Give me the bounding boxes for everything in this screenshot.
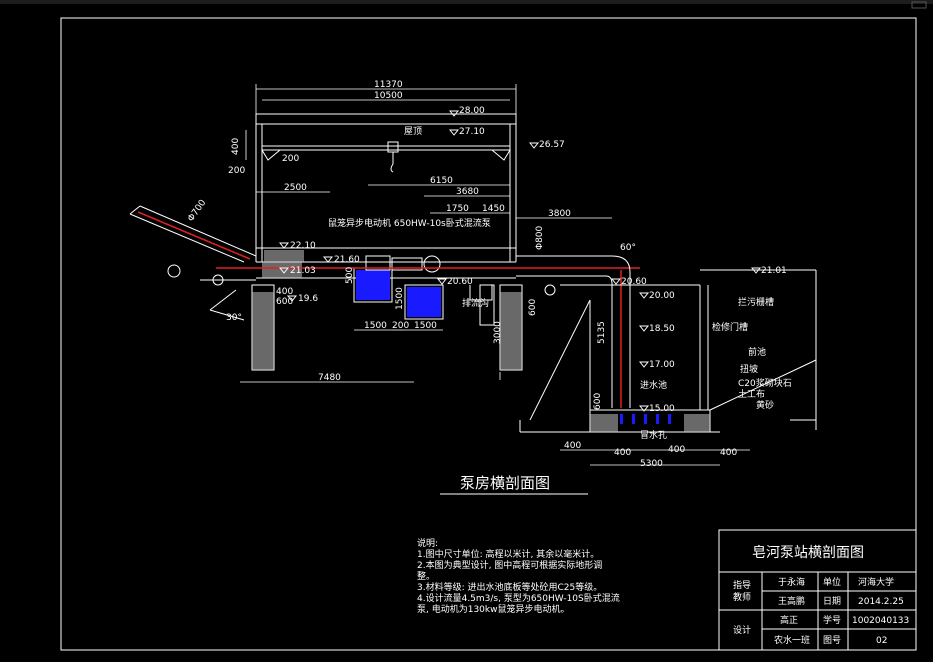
date-value: 2014.2.25 <box>858 597 904 607</box>
unit-label: 单位 <box>823 576 841 588</box>
dim-3680: 3680 <box>456 187 479 197</box>
elev-27.10: 27.10 <box>459 127 485 137</box>
dim-400f: 400 <box>720 448 737 458</box>
motor-pump-unit <box>365 255 441 273</box>
dim-400c: 400 <box>564 441 581 451</box>
elev-17.00: 17.00 <box>649 360 675 370</box>
notes-line-3: 整。 <box>417 570 435 582</box>
drawing-no: 02 <box>876 636 887 646</box>
label-gate-slot: 检修门槽 <box>712 321 748 333</box>
label-trash-rack: 拦污栅槽 <box>738 296 774 308</box>
dim-600: 600 <box>276 297 293 307</box>
elev-21.60: 21.60 <box>334 255 360 265</box>
label-slope: 扭坡 <box>740 363 758 375</box>
dim-phi800: Φ800 <box>535 225 545 250</box>
dim-200b: 200 <box>282 154 299 164</box>
dim-200c: 200 <box>392 321 409 331</box>
elev-20.00: 20.00 <box>649 291 675 301</box>
dim-400: 400 <box>231 138 241 155</box>
inlet-floor-hatch <box>590 414 710 432</box>
dim-7480: 7480 <box>318 373 341 383</box>
elev-18.50: 18.50 <box>649 324 675 334</box>
dim-200a: 200 <box>228 166 245 176</box>
student-no-label: 学号 <box>823 614 841 626</box>
dim-1500a: 1500 <box>364 321 387 331</box>
student-no: 1002040133 <box>852 616 909 626</box>
elev-26.57: 26.57 <box>539 140 565 150</box>
class-name: 农水一班 <box>774 634 810 646</box>
dim-3800: 3800 <box>548 209 571 219</box>
dim-1500b: 1500 <box>414 321 437 331</box>
label-geotextile: 土工布 <box>738 388 765 400</box>
top-strip <box>0 0 933 4</box>
dim-600b: 600 <box>528 299 538 316</box>
advisor-label-line1: 指导 <box>733 579 751 591</box>
elev-22.10: 22.10 <box>290 241 316 251</box>
elev-19.6: 19.6 <box>298 294 318 304</box>
drawing-title: 泵房横剖面图 <box>460 474 550 492</box>
advisor-name: 于永海 <box>778 576 805 588</box>
drawing-no-label: 图号 <box>823 635 841 646</box>
elev-21.01: 21.01 <box>761 266 787 276</box>
notes-heading: 说明: <box>417 537 438 549</box>
label-drain-ditch: 排流沟 <box>462 297 489 309</box>
dim-5300: 5300 <box>640 459 663 469</box>
label-roof: 屋顶 <box>404 126 422 137</box>
notes-line-1: 1.图中尺寸单位: 高程以米计, 其余以毫米计。 <box>417 548 599 560</box>
elevation-texts: 28.00 27.10 26.57 22.10 21.60 21.03 19.6… <box>290 106 787 414</box>
label-forebay: 前池 <box>748 346 766 358</box>
dim-1450: 1450 <box>482 204 505 214</box>
dim-phi700: Φ700 <box>186 198 208 224</box>
pump-base-right <box>407 287 441 317</box>
date-label: 日期 <box>823 596 841 607</box>
elev-28.00: 28.00 <box>459 106 485 116</box>
dim-10500: 10500 <box>374 91 403 101</box>
dim-400b: 400 <box>276 287 293 297</box>
dim-5135: 5135 <box>597 321 607 344</box>
dim-400e: 400 <box>668 445 685 455</box>
cad-drawing: 11370 10500 400 200 200 2500 6150 3680 1… <box>0 0 933 651</box>
title-block-title: 皂河泵站横剖面图 <box>752 545 864 561</box>
notes-line-5: 4.设计流量4.5m3/s, 泵型为650HW-10S卧式混流 <box>417 592 620 604</box>
elev-20.60-right: 20.60 <box>621 277 647 287</box>
pump-base-left <box>356 270 390 300</box>
angle-30: 30° <box>226 313 242 323</box>
label-sand: 黄砂 <box>756 399 774 411</box>
dim-600c: 600 <box>593 393 603 410</box>
elev-21.03: 21.03 <box>290 266 316 276</box>
label-concrete: C20浆砌块石 <box>738 377 792 389</box>
dim-400d: 400 <box>614 448 631 458</box>
notes-line-4: 3.材料等级: 进出水池底板等处砼用C25等级。 <box>417 581 602 593</box>
label-inlet-pool: 进水池 <box>640 379 667 391</box>
dim-500: 500 <box>345 267 355 284</box>
drain-holes <box>620 414 671 424</box>
notes-line-6: 泵, 电动机为130kw鼠笼异步电动机。 <box>417 603 569 615</box>
label-motor-pump: 鼠笼异步电动机 650HW-10s卧式混流泵 <box>328 217 491 229</box>
dim-6150: 6150 <box>430 176 453 186</box>
unit-value: 河海大学 <box>858 576 894 588</box>
designer-name: 高正 <box>780 614 798 626</box>
elev-20.60: 20.60 <box>447 277 473 287</box>
component-labels: 屋顶 鼠笼异步电动机 650HW-10s卧式混流泵 排流沟 拦污栅槽 检修门槽 … <box>328 126 792 441</box>
advisor-label-line2: 教师 <box>733 591 751 603</box>
elev-15.00: 15.00 <box>649 404 675 414</box>
label-drain-hole: 冒水孔 <box>640 429 667 441</box>
dim-1750: 1750 <box>446 204 469 214</box>
angle-60: 60° <box>620 243 636 253</box>
title-block-texts: 皂河泵站横剖面图 指导 教师 于永海 王高鹏 单位 河海大学 日期 2014.2… <box>733 545 909 646</box>
dim-11370: 11370 <box>374 80 403 90</box>
notes-line-2: 2.本图为典型设计, 图中高程可根据实际地形调 <box>417 559 602 571</box>
dim-2500: 2500 <box>284 183 307 193</box>
dim-3000: 3000 <box>493 321 503 344</box>
design-label: 设计 <box>733 624 751 636</box>
notes: 说明: 1.图中尺寸单位: 高程以米计, 其余以毫米计。 2.本图为典型设计, … <box>417 537 620 615</box>
advisor-name-2: 王高鹏 <box>778 595 805 607</box>
dim-1500v: 1500 <box>395 287 405 310</box>
